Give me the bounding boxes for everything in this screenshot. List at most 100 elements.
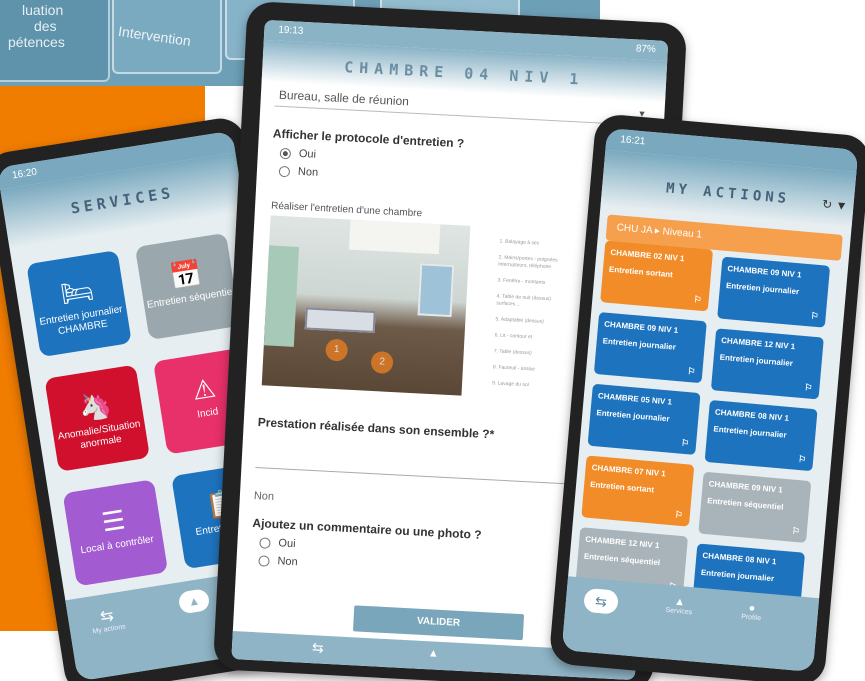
protocol-step: 2. Mains/portes - poignées interrupteurs… <box>498 254 558 271</box>
tile-anomalie[interactable]: 🦄 Anomalie/Situation anormale <box>44 364 150 472</box>
home-icon: ▲ <box>187 593 201 610</box>
protocol-step: 3. Fenêtre - montants <box>497 277 546 286</box>
banner-text: des <box>34 18 57 34</box>
flag-icon[interactable]: ⚐ <box>687 366 696 378</box>
card-room: CHAMBRE 07 NIV 1 <box>591 462 667 479</box>
status-time: 16:21 <box>619 134 646 148</box>
room-photo: 1 2 <box>261 215 471 396</box>
radio-indicator <box>258 554 270 567</box>
tile-label: Local à contrôler <box>79 533 155 557</box>
card-task: Entretien journalier <box>596 408 670 424</box>
card-task: Entretien journalier <box>602 336 677 352</box>
tile-local-a-controler[interactable]: ☰ Local à contrôler <box>62 479 169 587</box>
card-room: CHAMBRE 09 NIV 1 <box>727 264 802 280</box>
card-room: CHAMBRE 02 NIV 1 <box>610 247 685 264</box>
tile-entretien-sequentiel[interactable]: 📅 Entretien séquentie <box>134 232 241 341</box>
status-time: 19:13 <box>278 24 304 37</box>
protocol-steps: 1. Balayage à sec 2. Mains/portes - poig… <box>491 238 571 400</box>
radio-indicator <box>278 165 291 177</box>
card-room: CHAMBRE 09 NIV 1 <box>603 319 679 335</box>
action-card[interactable]: CHAMBRE 09 NIV 1 Entretien journalier ⚐ <box>717 256 831 328</box>
bed-icon: 🛏 <box>58 274 96 310</box>
flag-icon[interactable]: ⚐ <box>798 454 807 466</box>
tile-entretien-journalier[interactable]: 🛏 Entretien journalier CHAMBRE <box>26 250 132 358</box>
protocol-step: 9. Lavage du sol <box>491 380 529 389</box>
radio-label: Non <box>297 165 319 179</box>
card-room: CHAMBRE 09 NIV 1 <box>708 479 784 495</box>
flag-icon[interactable]: ⚐ <box>681 438 690 450</box>
action-card[interactable]: CHAMBRE 09 NIV 1 Entretien journalier ⚐ <box>593 312 707 384</box>
banner-text: pétences <box>8 34 65 50</box>
flag-icon[interactable]: ⚐ <box>810 310 819 322</box>
right-phone: 16:21 MY ACTIONS ↻ ▼ CHU JA ▸ Niveau 1 C… <box>548 113 865 681</box>
nav-label: Profile <box>740 613 762 623</box>
validate-button[interactable]: VALIDER <box>352 605 525 641</box>
unicorn-icon: 🦄 <box>76 388 114 424</box>
nav-label: Services <box>665 606 693 617</box>
action-card[interactable]: CHAMBRE 12 NIV 1 Entretien journalier ⚐ <box>710 328 824 400</box>
radio-indicator <box>259 536 271 549</box>
flag-icon[interactable]: ⚐ <box>791 526 800 538</box>
select-value: Bureau, salle de réunion <box>278 87 410 109</box>
protocol-step: 6. Lit - contour et <box>494 332 533 341</box>
nav-profile[interactable]: ● Profile <box>740 602 762 623</box>
page-title: MY ACTIONS <box>665 180 791 208</box>
protocol-step: 1. Balayage à sec <box>499 238 540 247</box>
radio-label: Oui <box>278 537 296 551</box>
battery-level: 87% <box>635 43 657 56</box>
card-task: Entretien journalier <box>713 424 787 440</box>
card-task: Entretien journalier <box>725 280 800 297</box>
card-room: CHAMBRE 12 NIV 1 <box>585 534 660 551</box>
radio-indicator <box>279 147 292 159</box>
flag-icon[interactable]: ⚐ <box>674 509 683 521</box>
swap-icon[interactable]: ⇆ <box>312 639 325 657</box>
action-card[interactable]: CHAMBRE 09 NIV 1 Entretien séquentiel ⚐ <box>698 471 812 543</box>
tile-label: Incid <box>196 406 220 421</box>
tile-label: Entretien journalier CHAMBRE <box>38 303 124 338</box>
flag-icon[interactable]: ⚐ <box>804 382 813 394</box>
card-room: CHAMBRE 08 NIV 1 <box>702 550 777 567</box>
card-task: Entretien sortant <box>608 264 674 280</box>
action-card[interactable]: CHAMBRE 02 NIV 1 Entretien sortant ⚐ <box>600 240 714 312</box>
protocol-step: 8. Fauteuil - assise <box>492 364 536 373</box>
card-task: Entretien sortant <box>589 479 655 495</box>
nav-my-actions[interactable]: ⇆ <box>583 587 620 615</box>
card-task: Entretien journalier <box>719 352 794 369</box>
card-room: CHAMBRE 12 NIV 1 <box>720 335 796 352</box>
warning-icon: ⚠ <box>190 372 218 406</box>
status-time: 16:20 <box>11 166 38 182</box>
nav-my-actions[interactable]: ⇆ My actions <box>89 604 126 635</box>
card-room: CHAMBRE 05 NIV 1 <box>597 391 673 407</box>
filter-icon: ☰ <box>99 504 128 538</box>
filter-icon[interactable]: ▼ <box>835 198 848 213</box>
radio-label: Non <box>277 555 298 569</box>
tile-label: Anomalie/Situation anormale <box>57 418 142 452</box>
card-task: Entretien séquentiel <box>583 551 661 568</box>
page-title: SERVICES <box>69 183 176 218</box>
banner-text: luation <box>22 2 64 18</box>
card-room: CHAMBRE 08 NIV 1 <box>714 407 790 423</box>
marketing-composition: luation des pétences Intervention sa s t… <box>0 0 865 681</box>
actions-screen: 16:21 MY ACTIONS ↻ ▼ CHU JA ▸ Niveau 1 C… <box>561 128 859 672</box>
card-task: Entretien journalier <box>700 567 775 584</box>
calendar-icon: 📅 <box>167 257 205 292</box>
action-card[interactable]: CHAMBRE 07 NIV 1 Entretien sortant ⚐ <box>581 455 695 527</box>
page-title: CHAMBRE 04 NIV 1 <box>343 58 585 89</box>
nav-services[interactable]: ▲ Services <box>665 595 693 617</box>
refresh-icon[interactable]: ↻ <box>822 197 833 212</box>
flag-icon[interactable]: ⚐ <box>693 294 702 306</box>
photo-marker: 2 <box>370 350 394 375</box>
nav-services[interactable]: ▲ <box>177 588 211 615</box>
protocol-step: 4. Table de nuit (dessus) surfaces ... <box>496 293 552 308</box>
card-task: Entretien séquentiel <box>706 496 784 512</box>
swap-icon: ⇆ <box>594 592 608 610</box>
header-actions: ↻ ▼ <box>822 197 848 213</box>
photo-bed <box>304 307 376 334</box>
tile-label: Entretien séquentie <box>146 286 234 311</box>
action-card[interactable]: CHAMBRE 08 NIV 1Entretien journalier ⚐ <box>704 400 818 472</box>
action-card[interactable]: CHAMBRE 05 NIV 1 Entretien journalier ⚐ <box>587 383 701 455</box>
home-icon[interactable]: ▲ <box>428 647 440 660</box>
photo-marker: 1 <box>325 338 349 362</box>
photo-wall <box>263 245 300 347</box>
photo-lamp <box>348 219 441 255</box>
